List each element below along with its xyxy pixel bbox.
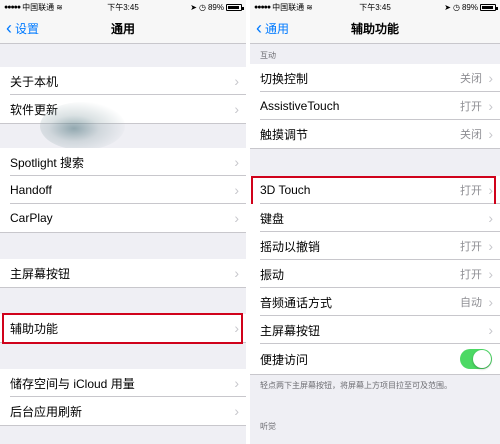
list-item-shake-to-undo[interactable]: 摇动以撤销 打开 ›	[250, 232, 500, 260]
list-item-storage-icloud[interactable]: 储存空间与 iCloud 用量 ›	[0, 369, 246, 397]
list-item-value: 打开	[460, 269, 482, 281]
list-item-carplay[interactable]: CarPlay ›	[0, 204, 246, 232]
list-item-label: 振动	[260, 267, 285, 282]
reachability-toggle[interactable]	[460, 349, 492, 369]
list-item-call-audio-routing[interactable]: 音频通话方式 自动 ›	[250, 288, 500, 316]
chevron-left-icon: ‹	[256, 17, 262, 38]
list-item-label: AssistiveTouch	[260, 99, 340, 113]
chevron-right-icon: ›	[488, 266, 493, 282]
status-time: 下午3:45	[107, 2, 139, 12]
list-item-label: 关于本机	[10, 74, 59, 89]
chevron-left-icon: ‹	[6, 17, 12, 38]
chevron-right-icon: ›	[234, 403, 239, 419]
list-item-value: 打开	[460, 185, 482, 197]
list-item-keyboard[interactable]: 键盘 ›	[250, 204, 500, 232]
status-bar: ●●●●● 中国联通 ≋ 下午3:45 ➤ ◷ 89%	[0, 0, 246, 14]
list-item-label: 主屏幕按钮	[260, 323, 321, 338]
list-item-label: Spotlight 搜索	[10, 155, 85, 170]
section-header-hearing: 听觉	[260, 422, 276, 431]
chevron-right-icon: ›	[488, 98, 493, 114]
list-item-label: 切换控制	[260, 71, 309, 86]
list-item-touch-accommodations[interactable]: 触摸调节 关闭 ›	[250, 120, 500, 148]
list-item-background-refresh[interactable]: 后台应用刷新 ›	[0, 397, 246, 425]
list-item-about[interactable]: 关于本机 ›	[0, 67, 246, 95]
chevron-right-icon: ›	[234, 101, 239, 117]
status-bar: ●●●●● 中国联通 ≋ 下午3:45 ➤ ◷ 89%	[250, 0, 500, 14]
back-button-label: 设置	[15, 22, 40, 36]
list-item-reachability: 便捷访问	[250, 344, 500, 374]
chevron-right-icon: ›	[234, 265, 239, 281]
chevron-right-icon: ›	[488, 322, 493, 338]
general-settings-screen: ●●●●● 中国联通 ≋ 下午3:45 ➤ ◷ 89% ‹ 设置 通用 关于本机…	[0, 0, 246, 444]
back-button[interactable]: ‹ 设置	[6, 17, 40, 38]
list-item-label: 便捷访问	[260, 352, 309, 367]
accessibility-settings-screen: ●●●●● 中国联通 ≋ 下午3:45 ➤ ◷ 89% ‹ 通用 辅助功能 互动…	[250, 0, 500, 444]
list-item-label: CarPlay	[10, 211, 53, 225]
list-item-home-button[interactable]: 主屏幕按钮 ›	[0, 259, 246, 287]
chevron-right-icon: ›	[488, 70, 493, 86]
chevron-right-icon: ›	[488, 238, 493, 254]
reachability-footer-note: 轻点两下主屏幕按钮，将屏幕上方项目拉至可及范围。	[260, 381, 452, 390]
section-header-interaction: 互动	[260, 51, 276, 60]
list-item-label: 后台应用刷新	[10, 404, 83, 419]
back-button-label: 通用	[265, 22, 290, 36]
chevron-right-icon: ›	[234, 182, 239, 198]
list-item-vibration[interactable]: 振动 打开 ›	[250, 260, 500, 288]
chevron-right-icon: ›	[488, 126, 493, 142]
chevron-right-icon: ›	[488, 182, 493, 198]
list-item-label: 辅助功能	[10, 321, 59, 336]
list-item-label: 触摸调节	[260, 127, 309, 142]
list-item-label: 摇动以撤销	[260, 239, 321, 254]
list-item-label: Handoff	[10, 183, 52, 197]
status-time: 下午3:45	[359, 2, 391, 12]
screen-smudge	[40, 102, 125, 150]
battery-icon	[226, 3, 244, 11]
list-item-label: 音频通话方式	[260, 295, 333, 310]
chevron-right-icon: ›	[234, 73, 239, 89]
chevron-right-icon: ›	[234, 375, 239, 391]
back-button[interactable]: ‹ 通用	[256, 17, 290, 38]
chevron-right-icon: ›	[234, 154, 239, 170]
list-item-spotlight[interactable]: Spotlight 搜索 ›	[0, 148, 246, 176]
list-item-handoff[interactable]: Handoff ›	[0, 176, 246, 204]
list-item-assistivetouch[interactable]: AssistiveTouch 打开 ›	[250, 92, 500, 120]
chevron-right-icon: ›	[234, 210, 239, 226]
navigation-bar: ‹ 设置 通用	[0, 14, 246, 44]
chevron-right-icon: ›	[488, 210, 493, 226]
chevron-right-icon: ›	[234, 320, 239, 336]
list-item-value: 自动	[460, 297, 482, 309]
navigation-bar: ‹ 通用 辅助功能	[250, 14, 500, 44]
list-item-label: 储存空间与 iCloud 用量	[10, 376, 135, 391]
list-item-value: 关闭	[460, 73, 482, 85]
chevron-right-icon: ›	[488, 294, 493, 310]
list-item-label: 3D Touch	[260, 183, 311, 197]
list-item-label: 主屏幕按钮	[10, 266, 71, 281]
list-item-3d-touch[interactable]: 3D Touch 打开 ›	[250, 176, 500, 204]
list-item-home-button[interactable]: 主屏幕按钮 ›	[250, 316, 500, 344]
list-item-accessibility[interactable]: 辅助功能 ›	[0, 314, 246, 342]
list-item-value: 打开	[460, 241, 482, 253]
list-item-label: 键盘	[260, 211, 285, 226]
list-item-value: 打开	[460, 101, 482, 113]
list-item-switch-control[interactable]: 切换控制 关闭 ›	[250, 64, 500, 92]
battery-icon	[480, 3, 498, 11]
toggle-knob	[473, 350, 491, 368]
list-item-value: 关闭	[460, 129, 482, 141]
